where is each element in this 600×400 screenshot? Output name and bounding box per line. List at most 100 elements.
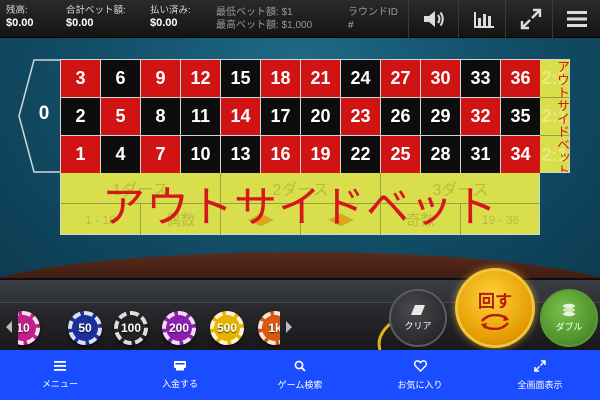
number-cell-21[interactable]: 21	[301, 60, 341, 98]
number-cell-34[interactable]: 34	[501, 136, 540, 173]
number-cell-11[interactable]: 11	[181, 98, 221, 136]
number-cell-16[interactable]: 16	[261, 136, 301, 173]
stats-button[interactable]	[458, 0, 508, 38]
number-cell-29[interactable]: 29	[421, 98, 461, 136]
number-label: 34	[510, 144, 531, 164]
double-button[interactable]: ダブル	[540, 289, 598, 347]
chip-value: 200	[168, 321, 190, 335]
volume-icon	[423, 11, 444, 27]
number-label: 20	[310, 106, 331, 126]
spin-button[interactable]: 回す	[455, 268, 535, 348]
dozen-3[interactable]: 3ダース	[381, 173, 540, 204]
number-cell-9[interactable]: 9	[141, 60, 181, 98]
nav-label: ゲーム検索	[277, 379, 323, 390]
black-bet[interactable]	[301, 204, 381, 235]
dozen-2[interactable]: 2ダース	[221, 173, 381, 204]
chip-value: 100	[120, 321, 142, 335]
number-cell-15[interactable]: 15	[221, 60, 261, 98]
zero-pocket[interactable]: 0	[18, 59, 60, 173]
nav-fullscreen[interactable]: 全画面表示	[480, 350, 600, 400]
number-cell-13[interactable]: 13	[221, 136, 261, 173]
deposit-icon	[174, 360, 186, 370]
number-cell-20[interactable]: 20	[301, 98, 341, 136]
number-label: 27	[390, 68, 411, 88]
number-cell-26[interactable]: 26	[381, 98, 421, 136]
gold-arc-decoration	[377, 322, 392, 351]
number-cell-10[interactable]: 10	[181, 136, 221, 173]
volume-button[interactable]	[408, 0, 458, 38]
chip-1k[interactable]: 1k	[258, 311, 280, 345]
nav-game-search[interactable]: ゲーム検索	[240, 350, 360, 400]
low-bet[interactable]: 1 - 18	[61, 204, 141, 235]
number-cell-17[interactable]: 17	[261, 98, 301, 136]
chip-10[interactable]: 10	[18, 311, 40, 345]
number-label: 23	[350, 106, 371, 126]
number-cell-5[interactable]: 5	[101, 98, 141, 136]
number-cell-7[interactable]: 7	[141, 136, 181, 173]
number-cell-25[interactable]: 25	[381, 136, 421, 173]
number-cell-19[interactable]: 19	[301, 136, 341, 173]
chip-value: 10	[18, 321, 30, 335]
nav-favorites[interactable]: お気に入り	[360, 350, 480, 400]
clear-label: クリア	[404, 321, 432, 331]
nav-deposit[interactable]: 入金する	[120, 350, 240, 400]
chips-right-arrow[interactable]	[282, 317, 296, 337]
paid-label: 払い済み:	[150, 5, 191, 16]
search-icon	[294, 360, 306, 372]
bet-limits: 最低ベット額: $1 最高ベット額: $1,000	[216, 6, 312, 32]
number-cell-30[interactable]: 30	[421, 60, 461, 98]
number-cell-36[interactable]: 36	[501, 60, 540, 98]
chip-200[interactable]: 200	[162, 311, 196, 345]
number-cell-12[interactable]: 12	[181, 60, 221, 98]
high-bet[interactable]: 19 - 36	[461, 204, 540, 235]
total-bet-value: $0.00	[66, 17, 94, 29]
number-cell-14[interactable]: 14	[221, 98, 261, 136]
black-diamond-icon	[327, 212, 354, 227]
double-label: ダブル	[555, 322, 583, 332]
number-cell-4[interactable]: 4	[101, 136, 141, 173]
chip-value: 50	[78, 321, 92, 335]
number-cell-22[interactable]: 22	[341, 136, 381, 173]
menu-icon	[566, 11, 587, 27]
chevron-right-icon	[286, 321, 292, 333]
red-bet[interactable]	[221, 204, 301, 235]
number-label: 22	[350, 144, 371, 164]
number-label: 10	[190, 144, 211, 164]
number-cell-27[interactable]: 27	[381, 60, 421, 98]
odd-bet[interactable]: 奇数	[381, 204, 461, 235]
even-bet[interactable]: 偶数	[141, 204, 221, 235]
even-bet-label: 偶数	[165, 212, 196, 229]
number-cell-32[interactable]: 32	[461, 98, 501, 136]
number-cell-24[interactable]: 24	[341, 60, 381, 98]
number-cell-6[interactable]: 6	[101, 60, 141, 98]
number-cell-28[interactable]: 28	[421, 136, 461, 173]
number-cell-23[interactable]: 23	[341, 98, 381, 136]
nav-menu[interactable]: メニュー	[0, 350, 120, 400]
number-cell-1[interactable]: 1	[61, 136, 101, 173]
number-label: 11	[190, 106, 211, 126]
number-cell-2[interactable]: 2	[61, 98, 101, 136]
max-bet: 最高ベット額: $1,000	[216, 20, 313, 31]
number-grid: 3 6 9 12 15 18 21 24 27 30 33 36 2 5 8 11 14 17 20 23 26 29 32…	[60, 59, 540, 173]
even-bet-label: 奇数	[405, 212, 436, 229]
number-cell-31[interactable]: 31	[461, 136, 501, 173]
nav-label: 全画面表示	[517, 379, 563, 390]
fullscreen-button[interactable]	[505, 0, 555, 38]
number-cell-3[interactable]: 3	[61, 60, 101, 98]
number-cell-8[interactable]: 8	[141, 98, 181, 136]
clear-button[interactable]: クリア	[389, 289, 447, 347]
menu-button[interactable]	[552, 0, 600, 38]
number-label: 13	[230, 144, 251, 164]
chips-left-arrow[interactable]	[2, 317, 16, 337]
round-id: ラウンドID #	[348, 6, 398, 32]
number-cell-18[interactable]: 18	[261, 60, 301, 98]
chip-100[interactable]: 100	[114, 311, 148, 345]
number-label: 3	[75, 68, 86, 88]
number-cell-33[interactable]: 33	[461, 60, 501, 98]
number-label: 6	[115, 68, 126, 88]
number-cell-35[interactable]: 35	[501, 98, 540, 136]
chip-50[interactable]: 50	[68, 311, 102, 345]
dozen-1[interactable]: 1ダース	[61, 173, 221, 204]
chip-500[interactable]: 500	[210, 311, 244, 345]
number-label: 5	[115, 106, 126, 126]
